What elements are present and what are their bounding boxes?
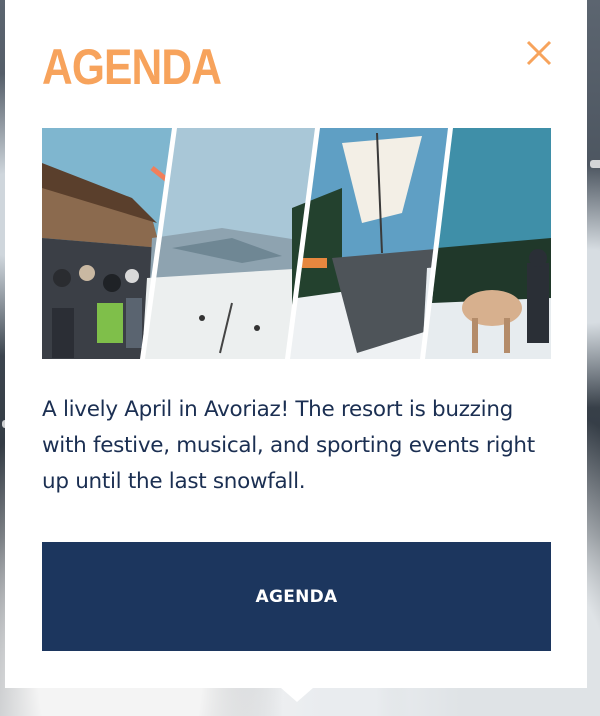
event-collage-image bbox=[42, 128, 551, 359]
popup-title: AGENDA bbox=[42, 39, 222, 95]
agenda-button[interactable]: AGENDA bbox=[42, 542, 551, 651]
close-button[interactable] bbox=[524, 38, 554, 68]
close-icon bbox=[526, 40, 552, 66]
popup-description: A lively April in Avoriaz! The resort is… bbox=[42, 397, 535, 494]
agenda-popup: AGENDA A lively April in Avoriaz! The re… bbox=[5, 0, 587, 688]
background-snow bbox=[590, 160, 600, 168]
popup-pointer bbox=[281, 688, 313, 702]
